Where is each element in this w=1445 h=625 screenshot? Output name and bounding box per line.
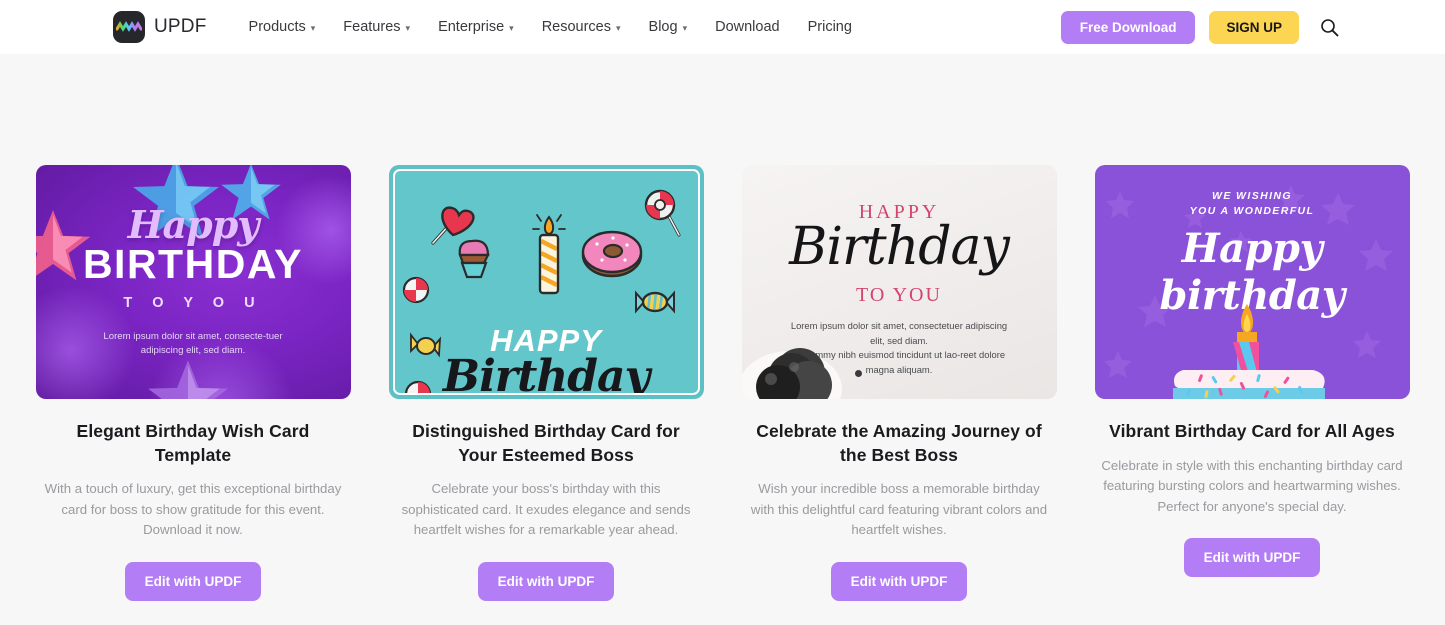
card4-top-line-1: WE WISHING	[1212, 190, 1292, 202]
decorative-dot	[854, 370, 862, 377]
main-navigation: Products ▾ Features ▾ Enterprise ▾ Resou…	[249, 19, 852, 35]
card1-small-line: T O Y O U	[123, 295, 263, 311]
chevron-down-icon: ▾	[682, 22, 688, 33]
template-card: WE WISHING YOU A WONDERFUL Happy birthda…	[1094, 165, 1410, 601]
card-preview-image[interactable]: HAPPY Birthday	[388, 165, 704, 399]
nav-item-download[interactable]: Download	[715, 19, 780, 35]
nav-label: Features	[343, 19, 401, 35]
card-title: Elegant Birthday Wish Card Template	[76, 421, 310, 465]
chevron-down-icon: ▾	[509, 22, 514, 33]
card-preview-image[interactable]: Happy BIRTHDAY T O Y O U Lorem ipsum dol…	[35, 165, 351, 399]
template-card: HAPPY Birthday TO YOU Lorem ipsum dolor …	[741, 165, 1057, 601]
card-title: Celebrate the Amazing Journey of the Bes…	[756, 421, 1042, 465]
template-card-grid: Happy BIRTHDAY T O Y O U Lorem ipsum dol…	[0, 54, 1445, 601]
card-description: Celebrate in style with this enchanting …	[1101, 457, 1403, 514]
card-description: With a touch of luxury, get this excepti…	[44, 481, 342, 538]
nav-item-enterprise[interactable]: Enterprise ▾	[438, 19, 514, 35]
nav-label: Resources	[541, 19, 611, 35]
nav-item-pricing[interactable]: Pricing	[808, 19, 852, 35]
free-download-button[interactable]: Free Download	[1060, 10, 1196, 44]
cupcake-icon	[457, 239, 490, 279]
star-balloon-icon	[147, 360, 228, 399]
nav-label: Enterprise	[438, 19, 505, 35]
nav-label: Products	[248, 19, 306, 35]
chevron-down-icon: ▾	[405, 22, 411, 33]
card3-script-line: Birthday	[789, 217, 1010, 277]
nav-item-features[interactable]: Features ▾	[343, 19, 410, 35]
sign-up-button[interactable]: SIGN UP	[1209, 10, 1299, 44]
nav-item-products[interactable]: Products ▾	[249, 19, 316, 35]
updf-wave-logo-icon	[113, 11, 145, 43]
card-description: Celebrate your boss's birthday with this…	[401, 481, 691, 538]
chevron-down-icon: ▾	[616, 22, 621, 33]
edit-with-updf-button[interactable]: Edit with UPDF	[1183, 537, 1321, 577]
birthday-candle-icon	[531, 214, 566, 295]
card3-small-line: TO YOU	[856, 284, 942, 306]
nav-item-resources[interactable]: Resources ▾	[542, 19, 621, 35]
teal-candy-artwork: HAPPY Birthday	[388, 165, 704, 399]
nav-label: Download	[715, 19, 780, 35]
header-actions: Free Download SIGN UP	[1060, 0, 1445, 54]
nav-label: Blog	[648, 19, 678, 35]
template-card: HAPPY Birthday Distinguished Birthday Ca…	[388, 165, 704, 601]
edit-with-updf-button[interactable]: Edit with UPDF	[477, 561, 615, 601]
card-preview-image[interactable]: WE WISHING YOU A WONDERFUL Happy birthda…	[1094, 165, 1410, 399]
brand-logo[interactable]: UPDF	[113, 11, 207, 43]
card4-top-line-2: YOU A WONDERFUL	[1189, 205, 1315, 217]
card1-bold-line: BIRTHDAY	[82, 241, 304, 287]
brand-name: UPDF	[154, 16, 207, 37]
template-card: Happy BIRTHDAY T O Y O U Lorem ipsum dol…	[35, 165, 351, 601]
purple-cake-artwork: WE WISHING YOU A WONDERFUL Happy birthda…	[1094, 165, 1410, 399]
search-button[interactable]	[1317, 15, 1341, 39]
card-title: Distinguished Birthday Card for Your Est…	[412, 421, 680, 465]
wrapped-candy-icon	[634, 290, 675, 314]
black-balloons-icon	[741, 348, 842, 399]
card-description: Wish your incredible boss a memorable bi…	[750, 481, 1048, 538]
card-title: Vibrant Birthday Card for All Ages	[1109, 421, 1395, 441]
peppermint-candy-icon	[402, 276, 429, 304]
swirl-lollipop-icon	[644, 189, 680, 237]
card-preview-image[interactable]: HAPPY Birthday TO YOU Lorem ipsum dolor …	[741, 165, 1057, 399]
card1-lorem: Lorem ipsum dolor sit amet, consecte-tue…	[103, 331, 283, 357]
purple-balloons-artwork: Happy BIRTHDAY T O Y O U Lorem ipsum dol…	[35, 165, 351, 399]
nav-item-blog[interactable]: Blog ▾	[649, 19, 688, 35]
chevron-down-icon: ▾	[310, 22, 316, 33]
edit-with-updf-button[interactable]: Edit with UPDF	[830, 561, 968, 601]
search-icon	[1320, 18, 1338, 36]
cream-elegant-artwork: HAPPY Birthday TO YOU Lorem ipsum dolor …	[741, 165, 1057, 399]
nav-label: Pricing	[807, 19, 852, 35]
site-header: UPDF Products ▾ Features ▾ Enterprise ▾ …	[0, 0, 1445, 54]
card2-script-line: Birthday	[442, 351, 650, 395]
birthday-cake-icon	[1172, 304, 1325, 399]
edit-with-updf-button[interactable]: Edit with UPDF	[124, 561, 262, 601]
